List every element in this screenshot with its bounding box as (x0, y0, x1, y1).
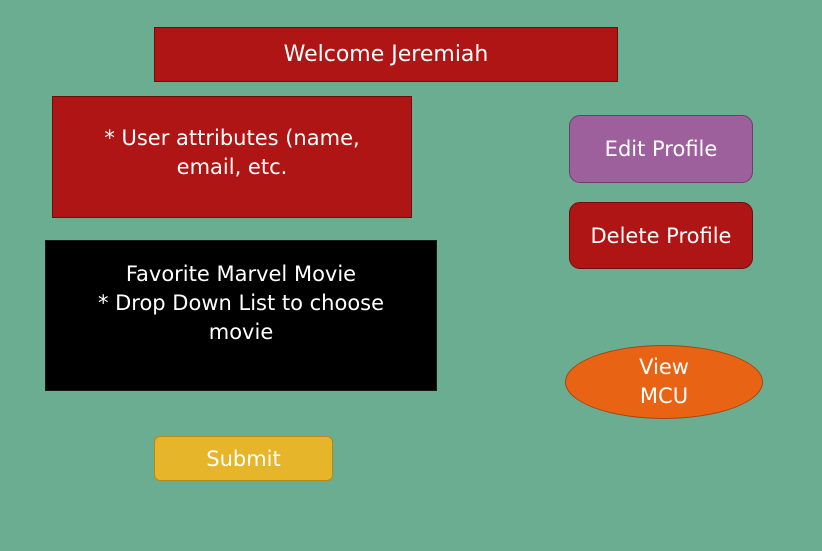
delete-profile-button[interactable]: Delete Profile (569, 202, 753, 269)
user-attributes-panel: * User attributes (name, email, etc. (52, 96, 412, 218)
favorite-movie-dropdown-hint: * Drop Down List to choose movie (97, 291, 385, 344)
favorite-movie-title: Favorite Marvel Movie (125, 262, 357, 286)
edit-profile-button[interactable]: Edit Profile (569, 115, 753, 183)
submit-button[interactable]: Submit (154, 436, 333, 481)
delete-profile-label: Delete Profile (590, 223, 732, 248)
edit-profile-label: Edit Profile (604, 137, 718, 161)
view-mcu-button[interactable]: View MCU (565, 345, 763, 419)
view-mcu-label: View MCU (639, 355, 689, 408)
favorite-movie-panel[interactable]: Favorite Marvel Movie * Drop Down List t… (45, 240, 437, 391)
welcome-text: Welcome Jeremiah (283, 42, 489, 67)
submit-label: Submit (206, 446, 281, 471)
user-attributes-text: * User attributes (name, email, etc. (104, 126, 360, 179)
welcome-banner: Welcome Jeremiah (154, 27, 618, 82)
